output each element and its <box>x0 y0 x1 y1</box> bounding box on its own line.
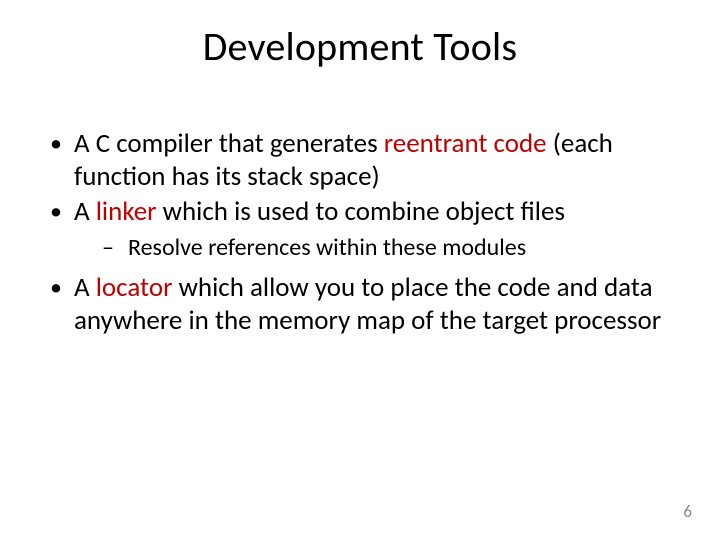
bullet-text: A <box>74 195 96 228</box>
page-number: 6 <box>683 501 692 522</box>
highlight-text: reentrant code <box>384 127 547 160</box>
bullet-text: A <box>74 271 96 304</box>
bullet-list: A C compiler that generates reentrant co… <box>46 128 674 338</box>
slide-content: A C compiler that generates reentrant co… <box>46 128 674 340</box>
bullet-text: A C compiler that generates <box>74 127 384 160</box>
slide-title: Development Tools <box>0 22 720 71</box>
sub-bullet-text: Resolve references within these modules <box>128 233 526 262</box>
bullet-text: which is used to combine object files <box>157 195 565 228</box>
sub-bullet-item: Resolve references within these modules <box>74 233 674 262</box>
highlight-text: linker <box>96 195 157 228</box>
bullet-item: A C compiler that generates reentrant co… <box>46 128 674 194</box>
sub-bullet-list: Resolve references within these modules <box>74 233 674 262</box>
bullet-item: A linker which is used to combine object… <box>46 196 674 262</box>
bullet-item: A locator which allow you to place the c… <box>46 272 674 338</box>
highlight-text: locator <box>96 271 173 304</box>
slide: Development Tools A C compiler that gene… <box>0 0 720 540</box>
